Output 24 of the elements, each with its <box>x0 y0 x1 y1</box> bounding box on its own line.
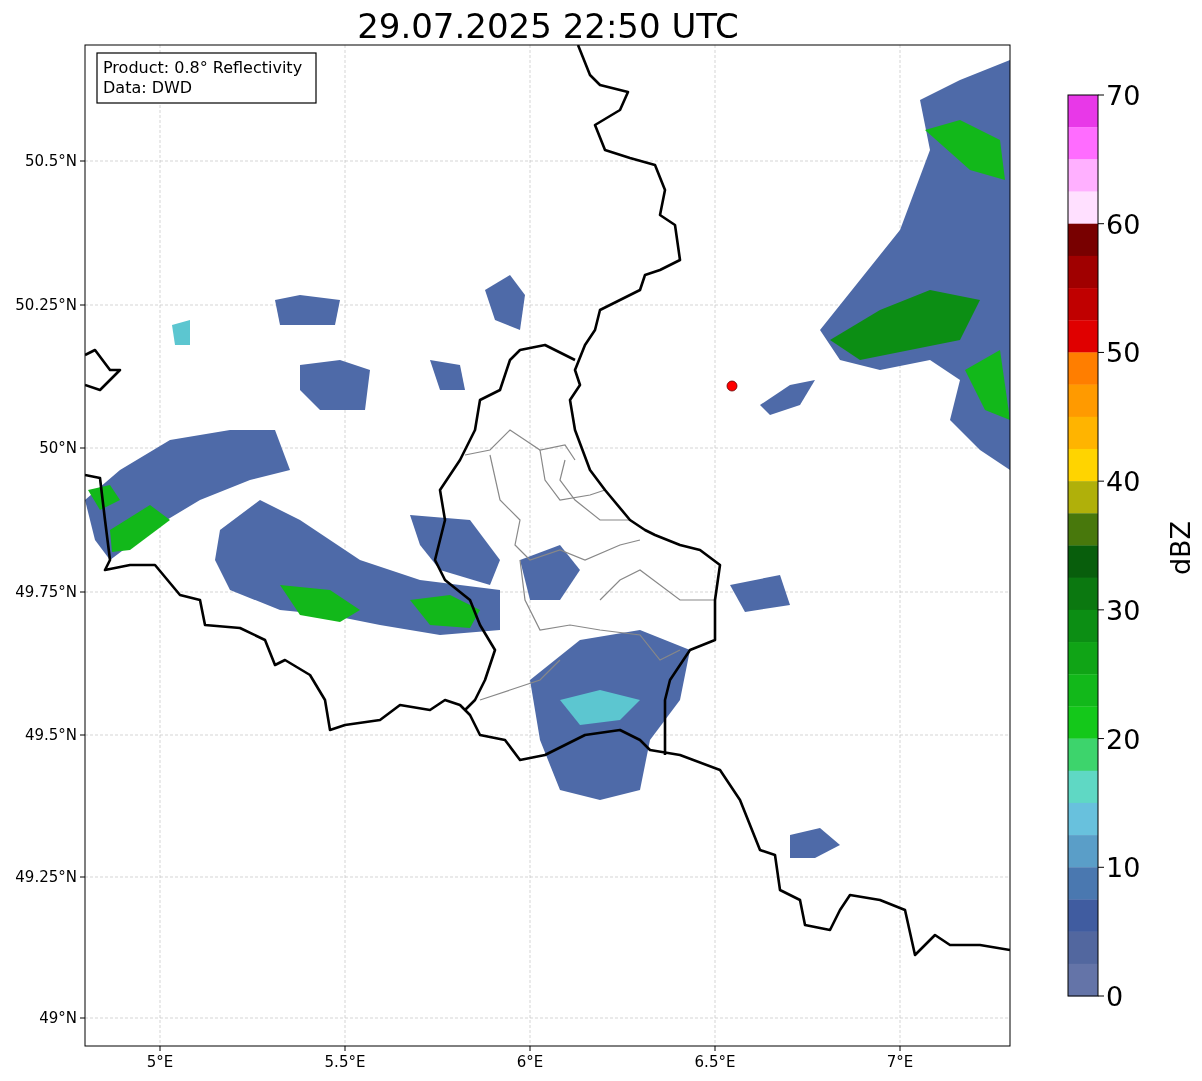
colorbar-tick-label: 30 <box>1106 594 1141 626</box>
y-tick-label: 49.5°N <box>24 726 77 744</box>
y-tick-label: 50.5°N <box>24 152 77 170</box>
y-tick-label: 49°N <box>39 1009 77 1027</box>
y-tick-label: 49.25°N <box>15 868 77 886</box>
colorbar-tick-label: 60 <box>1106 208 1141 240</box>
x-tick-label: 7°E <box>886 1053 914 1071</box>
colorbar-tick-label: 10 <box>1106 852 1141 884</box>
x-tick-label: 5°E <box>146 1053 174 1071</box>
colorbar-label: dBZ <box>1165 520 1196 576</box>
chart-title: 29.07.2025 22:50 UTC <box>357 6 739 46</box>
x-tick-label: 6.5°E <box>694 1053 736 1071</box>
colorbar-tick-label: 40 <box>1106 466 1141 498</box>
annotation-text: Data: DWD <box>103 78 193 97</box>
y-tick-label: 49.75°N <box>15 583 77 601</box>
annotation-text: Product: 0.8° Reflectivity <box>103 58 303 77</box>
x-tick-label: 6°E <box>516 1053 544 1071</box>
colorbar-tick-label: 50 <box>1106 337 1141 369</box>
y-tick-label: 50.25°N <box>15 296 77 314</box>
y-tick-label: 50°N <box>39 439 77 457</box>
colorbar-tick-label: 20 <box>1106 723 1141 755</box>
colorbar-tick-label: 70 <box>1106 80 1141 111</box>
colorbar-tick-label: 0 <box>1106 981 1124 1012</box>
x-tick-label: 5.5°E <box>324 1053 366 1071</box>
